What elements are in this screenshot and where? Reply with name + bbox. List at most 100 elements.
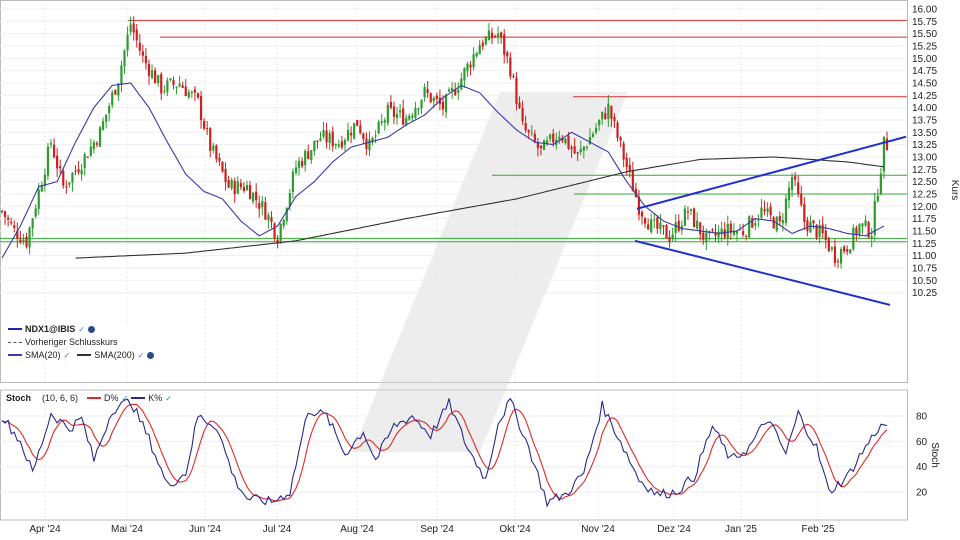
candle-up bbox=[190, 92, 193, 94]
x-tick-label: Aug '24 bbox=[340, 524, 374, 535]
candle-up bbox=[601, 111, 604, 120]
candle-down bbox=[233, 180, 236, 195]
candle-up bbox=[496, 33, 500, 38]
candle-down bbox=[800, 193, 803, 205]
candle-down bbox=[628, 164, 631, 171]
candle-down bbox=[135, 29, 138, 41]
candle-up bbox=[830, 247, 833, 250]
candle-up bbox=[760, 207, 763, 218]
candle-up bbox=[460, 78, 463, 90]
candle-up bbox=[279, 223, 282, 241]
sma200-settings-icon[interactable]: ✓ bbox=[138, 351, 145, 360]
candle-down bbox=[160, 74, 163, 94]
candle-down bbox=[325, 130, 328, 143]
candle-up bbox=[368, 139, 371, 151]
y-axis-label: Kurs bbox=[949, 180, 960, 201]
instrument-settings-icon[interactable]: ✓ bbox=[78, 325, 85, 334]
sma-eye-icon[interactable] bbox=[147, 351, 155, 359]
candle-down bbox=[316, 140, 319, 142]
candle-up bbox=[787, 187, 791, 201]
candle-up bbox=[322, 130, 325, 137]
y-tick-label: 12.50 bbox=[912, 177, 937, 188]
stoch-tick-label: 20 bbox=[916, 488, 928, 499]
candle-up bbox=[852, 227, 855, 250]
candle-down bbox=[552, 133, 555, 143]
y-tick-label: 13.75 bbox=[912, 115, 937, 126]
y-tick-label: 11.50 bbox=[912, 226, 937, 237]
candle-up bbox=[408, 115, 411, 120]
candle-down bbox=[307, 151, 310, 159]
candle-up bbox=[849, 249, 852, 254]
candle-up bbox=[22, 239, 25, 243]
y-tick-label: 11.25 bbox=[912, 239, 937, 250]
candle-down bbox=[794, 176, 797, 180]
candle-up bbox=[484, 37, 487, 45]
stoch-tick-label: 60 bbox=[916, 437, 928, 448]
candle-down bbox=[604, 113, 607, 119]
candle-up bbox=[374, 135, 377, 137]
candle-up bbox=[129, 24, 132, 32]
candle-down bbox=[3, 211, 7, 218]
y-tick-label: 11.75 bbox=[912, 214, 937, 225]
candle-up bbox=[169, 78, 172, 81]
candle-up bbox=[757, 219, 760, 221]
candle-down bbox=[144, 56, 148, 64]
stoch-k-settings-icon[interactable]: ✓ bbox=[165, 394, 172, 403]
candle-down bbox=[172, 80, 175, 85]
candle-up bbox=[876, 195, 879, 202]
candle-down bbox=[359, 125, 362, 134]
candle-down bbox=[469, 64, 472, 68]
candle-up bbox=[466, 63, 469, 72]
candle-up bbox=[49, 143, 53, 145]
stoch-d-swatch-icon bbox=[87, 397, 102, 399]
candle-up bbox=[89, 146, 92, 156]
y-tick-label: 11.00 bbox=[912, 251, 937, 262]
x-tick-label: Mai '24 bbox=[111, 524, 143, 535]
candle-down bbox=[392, 106, 396, 117]
candle-down bbox=[203, 120, 206, 129]
candle-down bbox=[570, 147, 573, 150]
stoch-d-settings-icon[interactable]: ✓ bbox=[122, 394, 129, 403]
candle-up bbox=[420, 99, 423, 109]
candle-up bbox=[873, 200, 876, 235]
candle-up bbox=[784, 198, 788, 223]
candle-up bbox=[579, 148, 582, 153]
candle-up bbox=[34, 208, 37, 217]
candle-up bbox=[858, 224, 861, 235]
candle-up bbox=[267, 215, 270, 221]
candle-up bbox=[585, 146, 588, 148]
stoch-tick-label: 80 bbox=[916, 412, 928, 423]
sma200-swatch-icon bbox=[77, 354, 92, 356]
candle-up bbox=[282, 220, 285, 226]
candle-down bbox=[640, 212, 644, 217]
candle-up bbox=[377, 121, 380, 134]
candle-down bbox=[59, 166, 62, 169]
candle-down bbox=[539, 145, 543, 148]
candle-up bbox=[230, 179, 233, 189]
x-tick-label: Sep '24 bbox=[420, 524, 454, 535]
y-tick-label: 13.50 bbox=[912, 128, 937, 139]
candle-down bbox=[0, 210, 4, 212]
candle-down bbox=[885, 138, 889, 151]
candle-down bbox=[665, 225, 668, 239]
candle-up bbox=[542, 140, 546, 150]
candle-down bbox=[723, 229, 726, 238]
candle-up bbox=[650, 219, 653, 233]
candle-up bbox=[123, 50, 126, 66]
candle-down bbox=[772, 217, 775, 229]
candle-down bbox=[824, 230, 827, 240]
instrument-eye-icon[interactable] bbox=[88, 325, 95, 333]
y-tick-label: 12.25 bbox=[912, 189, 937, 200]
sma20-settings-icon[interactable]: ✓ bbox=[64, 351, 71, 360]
candle-up bbox=[304, 150, 307, 166]
candle-down bbox=[350, 132, 353, 136]
candle-down bbox=[481, 42, 484, 47]
candle-down bbox=[702, 232, 705, 240]
candle-down bbox=[248, 185, 252, 200]
candle-down bbox=[65, 186, 68, 188]
candle-down bbox=[803, 203, 806, 222]
candle-up bbox=[92, 142, 95, 150]
candle-up bbox=[864, 220, 867, 226]
candle-up bbox=[748, 216, 751, 238]
candle-up bbox=[588, 136, 592, 145]
